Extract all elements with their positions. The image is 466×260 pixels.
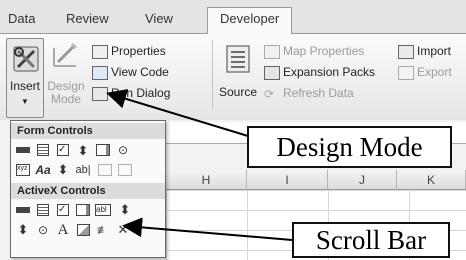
list-box-icon[interactable] — [95, 143, 111, 157]
ribbon-separator — [212, 40, 213, 110]
view-code-button[interactable]: View Code — [92, 63, 169, 81]
design-mode-callout: Design Mode — [247, 126, 452, 168]
expansion-packs-icon — [264, 65, 280, 80]
tab-developer[interactable]: Developer — [207, 7, 293, 35]
map-properties-icon — [264, 44, 280, 59]
column-header-h[interactable]: H — [166, 170, 247, 190]
option-button-icon[interactable]: ⊙ — [115, 143, 131, 157]
view-code-icon — [92, 65, 108, 80]
tab-data[interactable]: Data — [8, 8, 35, 34]
import-label: Import — [417, 44, 452, 58]
check-box-icon[interactable]: ✓ — [55, 143, 71, 157]
design-mode-icon — [53, 42, 78, 67]
activex-scroll-bar-icon[interactable]: ⬍ — [117, 202, 133, 217]
refresh-data-label: Refresh Data — [283, 86, 354, 100]
excel-window: Data Review View Developer Insert ▼ Desi… — [0, 0, 466, 260]
insert-controls-dropdown: Form Controls ✓ ⬍ ⊙ xyz Aa ⬍ ab| ActiveX… — [10, 120, 166, 258]
scroll-bar-form-icon[interactable]: ⬍ — [55, 162, 71, 177]
group-box-icon[interactable]: xyz — [15, 163, 31, 177]
activex-text-box-icon[interactable]: abl — [95, 203, 111, 217]
view-code-label: View Code — [111, 65, 169, 79]
design-mode-button[interactable]: Design Mode — [46, 40, 86, 118]
combo-drop-edit-icon[interactable] — [117, 163, 133, 177]
insert-label: Insert — [9, 79, 40, 93]
scroll-bar-callout: Scroll Bar — [292, 222, 450, 258]
activex-spin-button-icon[interactable]: ⬍ — [15, 222, 31, 237]
more-controls-icon[interactable]: ✕ — [115, 222, 131, 237]
source-button[interactable]: Source — [218, 40, 258, 116]
expansion-packs-label: Expansion Packs — [283, 65, 376, 79]
column-header-i[interactable]: I — [247, 170, 328, 190]
export-label: Export — [417, 65, 452, 79]
combo-list-edit-icon[interactable] — [97, 163, 113, 177]
activex-label-icon[interactable]: A — [55, 222, 71, 238]
design-mode-label-1: Design — [47, 79, 85, 93]
import-button[interactable]: Import — [398, 42, 451, 60]
map-properties-button[interactable]: Map Properties — [264, 42, 364, 60]
activex-toggle-button-icon[interactable]: ≢ — [95, 223, 111, 237]
ribbon-tab-row: Data Review View Developer — [0, 0, 466, 35]
insert-button[interactable]: Insert ▼ — [6, 38, 44, 118]
expansion-packs-button[interactable]: Expansion Packs — [264, 63, 375, 81]
activex-combo-box-icon[interactable] — [35, 203, 51, 217]
activex-list-box-icon[interactable] — [75, 203, 91, 217]
refresh-data-button[interactable]: ⟳ Refresh Data — [264, 84, 354, 102]
properties-icon — [92, 44, 108, 59]
text-field-icon[interactable]: ab| — [75, 163, 91, 177]
map-properties-label: Map Properties — [283, 44, 365, 58]
activex-check-box-icon[interactable]: ✓ — [55, 203, 71, 217]
combo-box-icon[interactable] — [35, 143, 51, 157]
activex-option-button-icon[interactable]: ⊙ — [35, 223, 51, 237]
export-icon — [398, 65, 414, 80]
chevron-down-icon: ▼ — [21, 97, 29, 106]
tab-review[interactable]: Review — [66, 8, 109, 34]
column-header-j[interactable]: J — [328, 170, 397, 190]
source-label: Source — [218, 85, 258, 99]
toolbox-icon — [13, 46, 39, 72]
properties-label: Properties — [111, 44, 166, 58]
activex-controls-heading: ActiveX Controls — [11, 183, 165, 199]
import-icon — [398, 44, 414, 59]
run-dialog-button[interactable]: Run Dialog — [92, 84, 170, 102]
run-dialog-label: Run Dialog — [111, 86, 171, 100]
spin-button-icon[interactable]: ⬍ — [75, 143, 91, 157]
run-dialog-icon — [92, 86, 108, 101]
form-controls-heading: Form Controls — [11, 123, 165, 139]
source-icon — [226, 45, 250, 73]
export-button[interactable]: Export — [398, 63, 452, 81]
refresh-icon: ⟳ — [264, 86, 275, 101]
command-button-icon[interactable] — [15, 203, 31, 217]
design-mode-label-2: Mode — [50, 92, 82, 106]
activex-image-icon[interactable] — [75, 223, 91, 237]
properties-button[interactable]: Properties — [92, 42, 166, 60]
tab-view[interactable]: View — [145, 8, 173, 34]
column-header-k[interactable]: K — [397, 170, 466, 190]
label-control-icon[interactable]: Aa — [35, 163, 51, 177]
button-control-icon[interactable] — [15, 143, 31, 157]
